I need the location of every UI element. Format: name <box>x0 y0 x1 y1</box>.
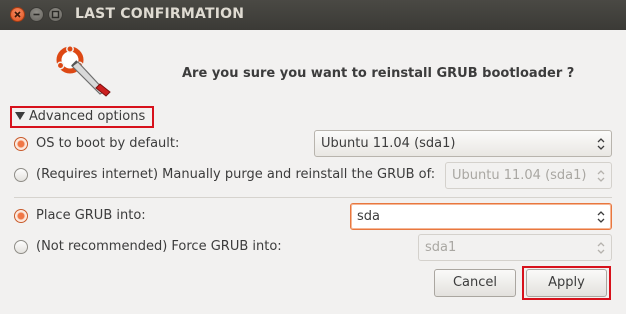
cancel-button[interactable]: Cancel <box>434 269 516 297</box>
os-default-value: Ubuntu 11.04 (sda1) <box>321 136 456 151</box>
confirmation-question: Are you sure you want to reinstall GRUB … <box>182 66 575 81</box>
purge-select: Ubuntu 11.04 (sda1) <box>445 162 612 189</box>
updown-arrow-icon <box>597 170 605 182</box>
separator <box>14 197 612 198</box>
title-bar: LAST CONFIRMATION <box>0 0 626 30</box>
advanced-options-expander[interactable]: Advanced options <box>10 106 154 128</box>
close-icon <box>14 11 21 18</box>
minimize-icon <box>33 13 40 16</box>
apply-button[interactable]: Apply <box>526 269 607 297</box>
purge-label: (Requires internet) Manually purge and r… <box>36 167 436 182</box>
updown-arrow-icon <box>597 211 605 223</box>
os-default-select[interactable]: Ubuntu 11.04 (sda1) <box>314 130 612 157</box>
purge-value: Ubuntu 11.04 (sda1) <box>452 168 587 183</box>
force-grub-value: sda1 <box>425 240 457 255</box>
purge-radio[interactable] <box>14 168 28 182</box>
place-grub-select[interactable]: sda <box>350 203 612 230</box>
force-grub-radio[interactable] <box>14 240 28 254</box>
minimize-window-button[interactable] <box>29 7 44 22</box>
place-grub-radio[interactable] <box>14 209 28 223</box>
place-grub-label: Place GRUB into: <box>36 208 146 223</box>
place-grub-value: sda <box>357 209 380 224</box>
os-default-radio[interactable] <box>14 137 28 151</box>
close-window-button[interactable] <box>10 7 25 22</box>
force-grub-select: sda1 <box>418 234 612 261</box>
force-grub-label: (Not recommended) Force GRUB into: <box>36 239 282 254</box>
maximize-icon <box>51 10 60 19</box>
os-default-label: OS to boot by default: <box>36 136 180 151</box>
maximize-window-button[interactable] <box>48 7 63 22</box>
boot-repair-wrench-icon <box>56 46 111 97</box>
advanced-options-label: Advanced options <box>29 109 146 124</box>
updown-arrow-icon <box>597 138 605 150</box>
updown-arrow-icon <box>597 242 605 254</box>
expander-arrow-icon <box>15 112 25 120</box>
window-title: LAST CONFIRMATION <box>75 6 245 22</box>
